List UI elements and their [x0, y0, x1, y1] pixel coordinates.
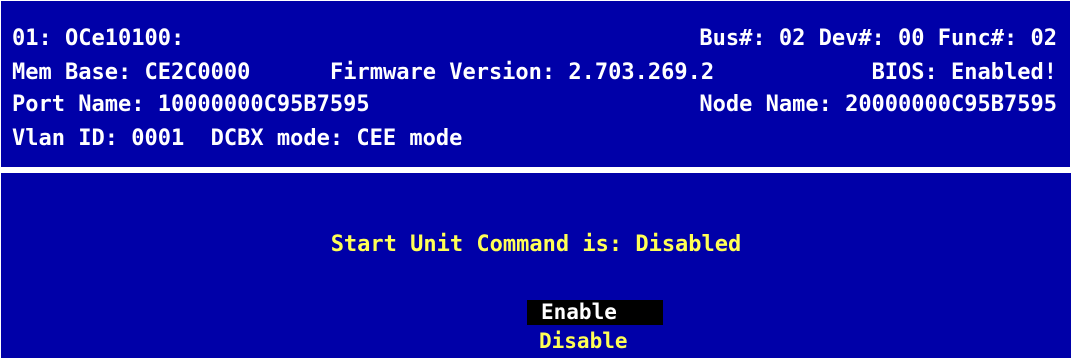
- pci-location: Bus#: 02 Dev#: 00 Func#: 02: [699, 26, 1057, 51]
- settings-panel: Start Unit Command is: Disabled Enable D…: [1, 173, 1071, 358]
- adapter-info-panel: 01: OCe10100: Bus#: 02 Dev#: 00 Func#: 0…: [1, 1, 1070, 167]
- option-enable[interactable]: Enable: [527, 300, 663, 325]
- port-name: Port Name: 10000000C95B7595: [12, 92, 370, 117]
- bios-config-screen: 01: OCe10100: Bus#: 02 Dev#: 00 Func#: 0…: [0, 0, 1071, 358]
- vlan-dcbx-info: Vlan ID: 0001 DCBX mode: CEE mode: [12, 126, 463, 151]
- start-unit-command-status: Start Unit Command is: Disabled: [330, 232, 742, 257]
- mem-base: Mem Base: CE2C0000: [12, 60, 251, 85]
- node-name: Node Name: 20000000C95B7595: [699, 92, 1057, 117]
- adapter-id: 01: OCe10100:: [12, 26, 185, 51]
- firmware-version: Firmware Version: 2.703.269.2: [330, 60, 715, 85]
- option-disable[interactable]: Disable: [539, 329, 679, 354]
- bios-status: BIOS: Enabled!: [871, 60, 1057, 85]
